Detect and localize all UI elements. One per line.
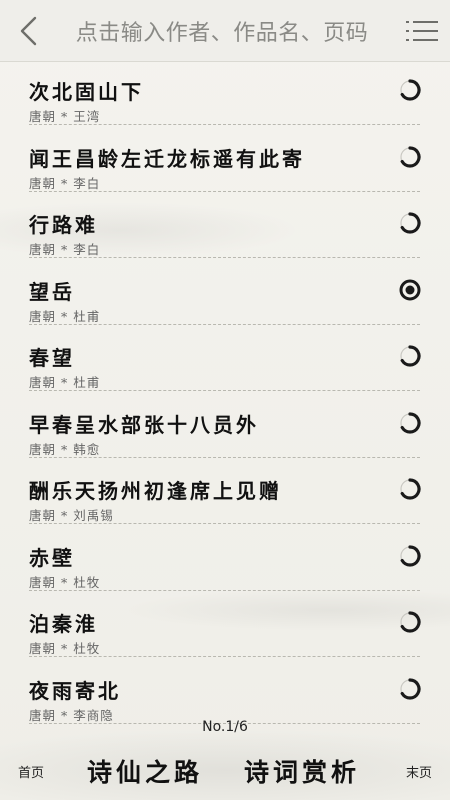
- poem-author: 唐朝 * 杜牧: [29, 574, 101, 590]
- poem-author: 唐朝 * 杜甫: [29, 308, 101, 324]
- poem-title: 赤壁: [29, 545, 75, 570]
- top-bar: 点击输入作者、作品名、页码: [0, 0, 450, 62]
- row-divider: [29, 523, 420, 524]
- poem-list-item[interactable]: 春望唐朝 * 杜甫: [0, 328, 450, 395]
- poem-list-item[interactable]: 泊秦淮唐朝 * 杜牧: [0, 594, 450, 661]
- row-divider: [29, 190, 420, 192]
- poem-list-item[interactable]: 赤壁唐朝 * 杜牧: [0, 528, 450, 595]
- poem-list-item[interactable]: 次北固山下唐朝 * 王湾: [0, 62, 450, 129]
- poem-title: 望岳: [29, 279, 75, 304]
- row-divider: [29, 323, 420, 325]
- list-menu-icon: [406, 20, 438, 41]
- poem-title: 酬乐天扬州初逢席上见赠: [29, 479, 282, 503]
- status-half-icon[interactable]: [398, 211, 422, 235]
- bottom-bar: 首页 诗仙之路 诗词赏析 末页: [0, 740, 450, 800]
- poem-title: 早春呈水部张十八员外: [29, 412, 259, 437]
- row-divider: [29, 656, 420, 657]
- poem-title: 次北固山下: [29, 80, 144, 104]
- poem-title: 闻王昌龄左迁龙标遥有此寄: [29, 146, 305, 171]
- poem-list-item[interactable]: 夜雨寄北 唐朝 * 李商隐: [0, 661, 450, 728]
- status-half-icon[interactable]: [398, 610, 422, 634]
- chevron-left-icon: [20, 16, 37, 45]
- poem-author: 唐朝 * 韩愈: [29, 441, 101, 457]
- poem-title: 春望: [29, 346, 75, 370]
- poem-author: 唐朝 * 杜甫: [29, 375, 101, 390]
- poem-list-item[interactable]: 酬乐天扬州初逢席上见赠唐朝 * 刘禹锡: [0, 461, 450, 528]
- page-number: No.1/6: [202, 719, 248, 735]
- row-divider: [29, 257, 420, 258]
- status-half-icon[interactable]: [398, 78, 422, 102]
- row-divider: [29, 390, 420, 391]
- section-title: 诗词赏析: [244, 758, 361, 787]
- poem-author: 唐朝 * 刘禹锡: [29, 508, 114, 523]
- poem-list-item[interactable]: 早春呈水部张十八员外唐朝 * 韩愈: [0, 395, 450, 462]
- menu-button[interactable]: [394, 0, 450, 62]
- status-half-icon[interactable]: [398, 477, 422, 501]
- poem-author: 唐朝 * 杜牧: [29, 641, 101, 656]
- poem-title: 夜雨寄北: [29, 678, 121, 703]
- app-brand: 诗仙之路: [87, 758, 204, 787]
- row-divider: [29, 456, 420, 458]
- poem-list-item[interactable]: 闻王昌龄左迁龙标遥有此寄唐朝 * 李白: [0, 129, 450, 196]
- poem-list-item[interactable]: 行路难唐朝 * 李白: [0, 195, 450, 262]
- poem-author: 唐朝 * 李白: [29, 242, 101, 257]
- status-full-icon[interactable]: [398, 278, 422, 302]
- status-half-icon[interactable]: [398, 344, 422, 368]
- poem-author: 唐朝 * 李白: [29, 175, 101, 191]
- poem-list-item[interactable]: 望岳唐朝 * 杜甫: [0, 262, 450, 329]
- status-half-icon[interactable]: [398, 411, 422, 435]
- status-half-icon[interactable]: [398, 145, 422, 169]
- back-button[interactable]: [0, 0, 56, 62]
- row-divider: [29, 589, 420, 591]
- status-half-icon[interactable]: [398, 677, 422, 701]
- status-half-icon[interactable]: [398, 544, 422, 568]
- row-divider: [29, 124, 420, 125]
- poem-list: 次北固山下 唐朝 * 王湾 闻王昌龄左迁龙标遥有此寄 唐朝 * 李白 行路难 唐朝 * 李…: [0, 62, 450, 727]
- search-input[interactable]: 点击输入作者、作品名、页码: [56, 15, 394, 47]
- poem-title: 泊秦淮: [29, 612, 98, 636]
- first-page-button[interactable]: 首页: [18, 762, 44, 781]
- poem-author: 唐朝 * 王湾: [29, 109, 101, 124]
- poem-title: 行路难: [29, 213, 98, 237]
- last-page-button[interactable]: 末页: [406, 762, 432, 781]
